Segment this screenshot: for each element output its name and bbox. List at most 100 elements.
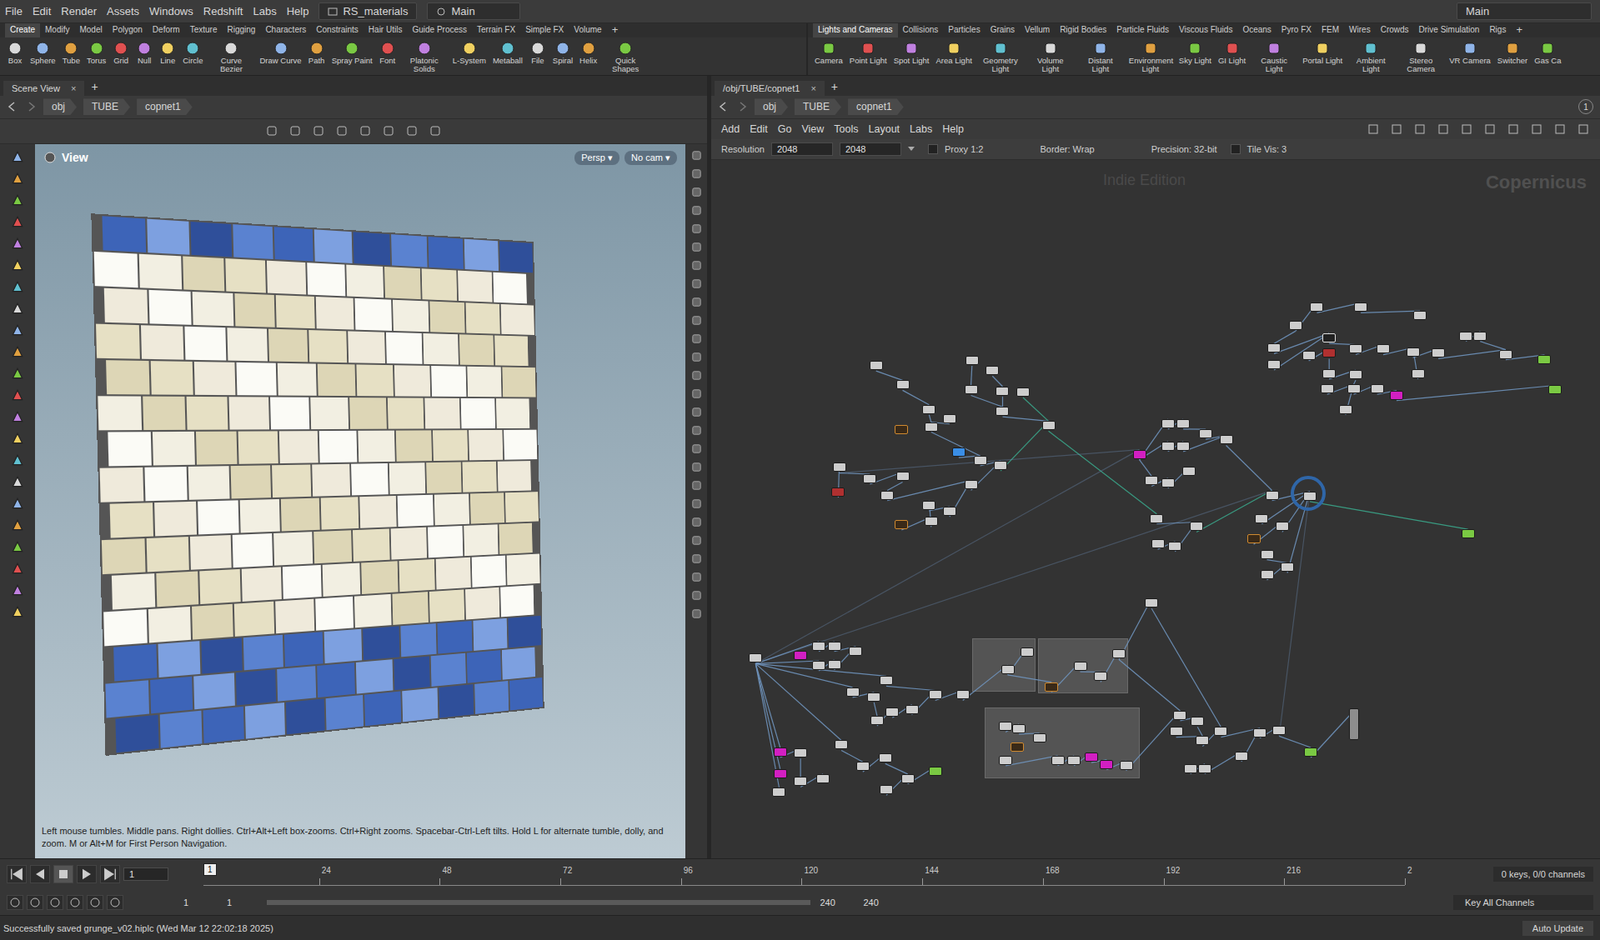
cop-node[interactable]: [1548, 385, 1562, 395]
menu-item[interactable]: Render: [60, 5, 97, 18]
shelf-tab[interactable]: Terrain FX: [471, 23, 521, 38]
tool-icon[interactable]: [10, 517, 26, 533]
shelf-tool[interactable]: GI Light: [1214, 40, 1249, 66]
cop-node[interactable]: [1303, 491, 1317, 502]
cop-node[interactable]: [998, 756, 1013, 766]
shelf-tool[interactable]: VR Camera: [1445, 40, 1495, 66]
cop-node[interactable]: [1461, 529, 1475, 539]
cop-node[interactable]: [1537, 355, 1551, 365]
shelf-tool[interactable]: Caustic Light: [1248, 40, 1300, 74]
shelf-tab[interactable]: Pyro FX: [1276, 23, 1317, 38]
tool-icon[interactable]: [10, 192, 26, 208]
shelf-tool[interactable]: Area Light: [932, 40, 976, 66]
play-icon[interactable]: [76, 865, 97, 884]
shelf-tool[interactable]: Tube: [59, 40, 84, 66]
cop-node[interactable]: [1073, 662, 1088, 672]
cop-node[interactable]: [894, 520, 908, 530]
shelf-tool[interactable]: Environment Light: [1125, 40, 1176, 74]
range-end-field[interactable]: 240: [860, 896, 898, 910]
shelf-tab[interactable]: Hair Utils: [363, 23, 408, 38]
cop-node[interactable]: [1016, 387, 1030, 397]
cop-node[interactable]: [924, 422, 938, 432]
network-menu-item[interactable]: Go: [777, 123, 793, 136]
cop-node[interactable]: [827, 642, 842, 652]
cop-node[interactable]: [1176, 419, 1190, 429]
display-icon[interactable]: [690, 552, 703, 566]
tool-icon[interactable]: [10, 496, 26, 512]
shelf-tool[interactable]: Path: [305, 40, 329, 66]
cop-node[interactable]: [1093, 672, 1108, 682]
display-icon[interactable]: [690, 516, 703, 529]
cop-node[interactable]: [1195, 736, 1209, 746]
timeline-option-icon[interactable]: [66, 895, 84, 911]
timeline-option-icon[interactable]: [106, 895, 124, 911]
frame-field[interactable]: 1: [123, 867, 169, 882]
tool-icon[interactable]: [10, 300, 26, 316]
display-icon[interactable]: [690, 259, 703, 272]
shelf-tab[interactable]: Texture: [185, 23, 223, 38]
network-tool-icon[interactable]: [1529, 122, 1544, 136]
path-crumb[interactable]: copnet1: [136, 98, 193, 116]
cop-node[interactable]: [869, 361, 883, 371]
network-box[interactable]: [984, 707, 1140, 779]
cop-node[interactable]: [1389, 391, 1404, 401]
cop-node[interactable]: [1012, 724, 1026, 734]
cop-node[interactable]: [812, 642, 826, 652]
shelf-tool[interactable]: Grid: [109, 40, 133, 66]
display-icon[interactable]: [690, 185, 703, 199]
cop-node[interactable]: [894, 425, 908, 435]
display-option-icon[interactable]: [405, 124, 419, 138]
shelf-tool[interactable]: Quick Shapes: [600, 40, 651, 74]
view-label[interactable]: View: [43, 150, 89, 165]
display-icon[interactable]: [690, 424, 703, 437]
menu-item[interactable]: Assets: [106, 5, 140, 18]
timeline-option-icon[interactable]: [26, 895, 44, 911]
add-tab-button[interactable]: +: [90, 80, 98, 96]
viewport[interactable]: ViewPersp ▾No cam ▾Left mouse tumbles. M…: [35, 144, 686, 859]
display-icon[interactable]: [690, 332, 703, 346]
path-crumb[interactable]: TUBE: [83, 98, 131, 116]
path-crumb[interactable]: obj: [754, 98, 788, 116]
network-canvas[interactable]: Indie EditionCopernicus: [711, 160, 1600, 859]
cop-node[interactable]: [964, 385, 979, 395]
shelf-tool[interactable]: Metaball: [489, 40, 527, 66]
jump-start-icon[interactable]: [6, 865, 27, 884]
cop-node[interactable]: [1339, 405, 1353, 415]
display-option-icon[interactable]: [381, 124, 396, 138]
tool-icon[interactable]: [10, 474, 26, 490]
cop-node[interactable]: [1322, 348, 1336, 358]
shelf-tool[interactable]: Gas Ca: [1530, 40, 1565, 66]
cop-node[interactable]: [924, 516, 938, 527]
tool-icon[interactable]: [10, 561, 26, 577]
network-menu-item[interactable]: View: [801, 123, 824, 136]
tool-icon[interactable]: [10, 539, 26, 555]
shelf-tab[interactable]: Rigid Bodies: [1054, 23, 1112, 38]
cop-node[interactable]: [956, 690, 970, 700]
cop-node[interactable]: [1189, 521, 1204, 532]
tool-icon[interactable]: [10, 322, 26, 338]
cop-node[interactable]: [1253, 728, 1267, 738]
cop-node[interactable]: [816, 774, 830, 784]
cop-node[interactable]: [985, 366, 999, 376]
display-option-icon[interactable]: [265, 124, 279, 138]
shelf-tab[interactable]: Deform: [147, 23, 186, 38]
cop-node[interactable]: [1499, 350, 1513, 360]
timeline-option-icon[interactable]: [46, 895, 64, 911]
tool-icon[interactable]: [10, 279, 26, 295]
tool-icon[interactable]: [10, 387, 26, 403]
cop-node[interactable]: [995, 406, 1009, 417]
cop-node[interactable]: [1168, 541, 1182, 552]
cop-node[interactable]: [827, 660, 842, 670]
cop-node[interactable]: [1033, 733, 1047, 743]
cop-node[interactable]: [1161, 441, 1175, 452]
cop-node[interactable]: [922, 405, 936, 415]
cop-node[interactable]: [905, 705, 919, 715]
shelf-tool[interactable]: Helix: [576, 40, 601, 66]
key-mode-menu[interactable]: Key All Channels: [1453, 895, 1594, 911]
shelf-tool[interactable]: Point Light: [846, 40, 891, 66]
cop-node[interactable]: [1133, 450, 1147, 460]
display-icon[interactable]: [690, 534, 703, 547]
frame-ruler[interactable]: 2448729612014416819221621: [203, 863, 1405, 887]
cop-node[interactable]: [1169, 727, 1184, 737]
menu-item[interactable]: Labs: [252, 5, 276, 18]
